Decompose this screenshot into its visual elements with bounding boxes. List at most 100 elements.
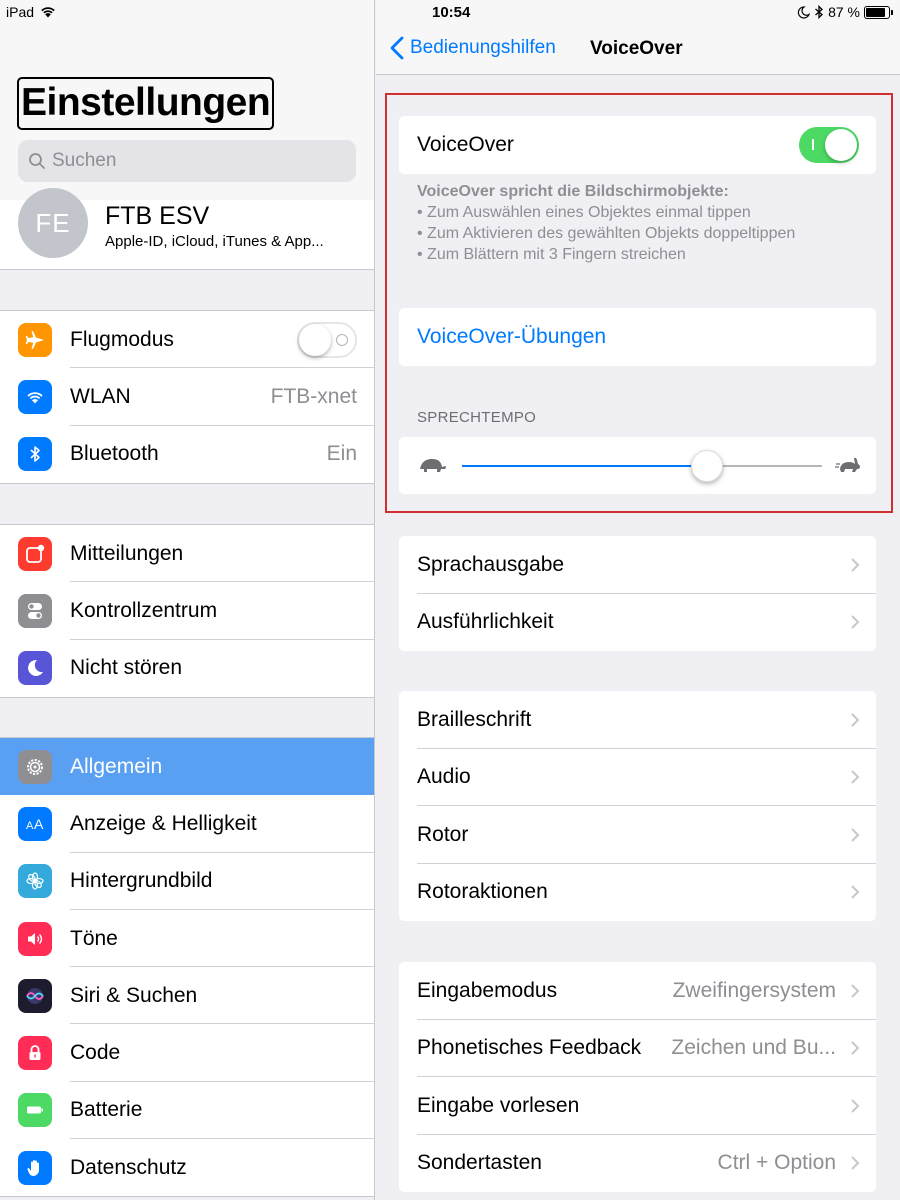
voiceover-detail-pane: 10:54 87 % Bedienungshilfen VoiceOver Vo… — [376, 0, 900, 1200]
sidebar-item-allgemein[interactable]: Allgemein — [0, 738, 374, 796]
row-brailleschrift[interactable]: Brailleschrift — [399, 691, 876, 749]
control-center-icon — [18, 593, 52, 628]
back-button[interactable]: Bedienungshilfen — [390, 36, 556, 60]
chevron-right-icon — [851, 828, 860, 842]
sidebar-item-datenschutz[interactable]: Datenschutz — [0, 1139, 374, 1196]
sidebar-item-label: Siri & Suchen — [70, 983, 198, 1007]
profile-name: FTB ESV — [105, 202, 210, 230]
sidebar-item-nicht-stoeren[interactable]: Nicht stören — [0, 640, 374, 697]
info-line: • Zum Blättern mit 3 Fingern streichen — [417, 246, 686, 263]
info-heading: VoiceOver spricht die Bildschirmobjekte: — [417, 183, 729, 200]
page-title: Einstellungen — [17, 77, 275, 130]
search-icon — [29, 153, 45, 169]
speaker-icon — [18, 921, 52, 956]
row-label: Phonetisches Feedback — [417, 1036, 642, 1060]
sidebar-item-flugmodus[interactable]: Flugmodus — [0, 311, 374, 369]
row-sondertasten[interactable]: Sondertasten Ctrl + Option — [399, 1135, 876, 1193]
notifications-icon — [18, 536, 52, 571]
settings-card-speech: Sprachausgabe Ausführlichkeit — [399, 536, 876, 651]
sidebar-item-code[interactable]: Code — [0, 1024, 374, 1082]
hare-icon — [835, 457, 860, 472]
status-time: 10:54 — [432, 4, 471, 21]
row-rotor[interactable]: Rotor — [399, 806, 876, 864]
row-value: Ctrl + Option — [717, 1151, 836, 1175]
nav-title: VoiceOver — [590, 38, 683, 59]
sidebar-item-siri[interactable]: Siri & Suchen — [0, 967, 374, 1025]
row-label: Brailleschrift — [417, 707, 532, 731]
sidebar-item-label: Kontrollzentrum — [70, 598, 218, 622]
voiceover-row[interactable]: VoiceOver — [399, 116, 876, 174]
voiceover-practice-link[interactable]: VoiceOver-Übungen — [417, 325, 606, 349]
row-label: Audio — [417, 765, 471, 789]
row-phonetisches-feedback[interactable]: Phonetisches Feedback Zeichen und Bu... — [399, 1020, 876, 1077]
gear-icon — [18, 749, 52, 784]
back-label: Bedienungshilfen — [410, 37, 556, 58]
battery-percent: 87 % — [828, 4, 860, 20]
sidebar-item-label: Töne — [70, 926, 118, 950]
hand-icon — [18, 1150, 52, 1185]
sidebar-item-hintergrundbild[interactable]: Hintergrundbild — [0, 853, 374, 910]
wifi-icon — [18, 379, 52, 414]
sidebar-item-bluetooth[interactable]: Bluetooth Ein — [0, 426, 374, 483]
sidebar-item-label: Datenschutz — [70, 1155, 187, 1179]
navigation-bar: 10:54 87 % Bedienungshilfen VoiceOver — [376, 0, 900, 75]
row-value: Zweifingersystem — [672, 978, 836, 1002]
moon-status-icon — [797, 5, 811, 19]
row-rotoraktionen[interactable]: Rotoraktionen — [399, 864, 876, 922]
sidebar-item-batterie[interactable]: Batterie — [0, 1082, 374, 1140]
battery-icon — [18, 1093, 52, 1128]
device-label: iPad — [6, 4, 35, 20]
sidebar-item-label: WLAN — [70, 384, 131, 408]
sidebar-item-anzeige[interactable]: AA Anzeige & Helligkeit — [0, 795, 374, 853]
row-value: Zeichen und Bu... — [671, 1036, 836, 1060]
chevron-right-icon — [851, 615, 860, 629]
svg-text:A: A — [34, 816, 44, 832]
airplane-mode-toggle[interactable] — [297, 321, 357, 358]
chevron-right-icon — [851, 770, 860, 784]
row-sprachausgabe[interactable]: Sprachausgabe — [399, 536, 876, 594]
row-eingabe-vorlesen[interactable]: Eingabe vorlesen — [399, 1077, 876, 1135]
row-label: Sondertasten — [417, 1151, 542, 1175]
svg-text:A: A — [26, 820, 34, 832]
sidebar-item-kontrollzentrum[interactable]: Kontrollzentrum — [0, 582, 374, 640]
search-input[interactable] — [52, 150, 342, 172]
lock-icon — [18, 1036, 52, 1071]
row-label: Eingabemodus — [417, 978, 558, 1002]
speech-rate-slider[interactable] — [462, 450, 822, 482]
row-audio[interactable]: Audio — [399, 749, 876, 806]
chevron-left-icon — [390, 36, 404, 60]
voiceover-toggle[interactable] — [799, 126, 859, 163]
sidebar-item-wlan[interactable]: WLAN FTB-xnet — [0, 368, 374, 426]
sidebar-item-mitteilungen[interactable]: Mitteilungen — [0, 525, 374, 583]
wifi-status-icon — [41, 7, 55, 18]
bluetooth-icon — [18, 437, 52, 472]
sidebar-item-label: Mitteilungen — [70, 541, 184, 565]
chevron-right-icon — [851, 1041, 860, 1055]
voiceover-practice-row[interactable]: VoiceOver-Übungen — [399, 308, 876, 366]
settings-card-input: Eingabemodus Zweifingersystem Phonetisch… — [399, 962, 876, 1192]
slider-thumb[interactable] — [690, 450, 723, 482]
row-label: Rotor — [417, 822, 469, 846]
speech-rate-card — [399, 437, 876, 494]
chevron-right-icon — [851, 984, 860, 998]
status-bar-right: 87 % — [797, 4, 893, 20]
row-label: Eingabe vorlesen — [417, 1093, 580, 1117]
battery-status-icon — [864, 5, 893, 19]
voiceover-toggle-card: VoiceOver — [399, 116, 876, 174]
sidebar-item-toene[interactable]: Töne — [0, 910, 374, 968]
sidebar-item-label: Flugmodus — [70, 327, 174, 351]
profile-subtitle: Apple-ID, iCloud, iTunes & App... — [105, 233, 324, 250]
sidebar-item-label: Anzeige & Helligkeit — [70, 811, 257, 835]
row-eingabemodus[interactable]: Eingabemodus Zweifingersystem — [399, 962, 876, 1020]
search-bar[interactable] — [18, 140, 356, 182]
bluetooth-status-icon — [815, 5, 824, 19]
sidebar-item-label: Bluetooth — [70, 442, 159, 466]
voiceover-label: VoiceOver — [417, 132, 514, 156]
info-line: • Zum Auswählen eines Objektes einmal ti… — [417, 204, 751, 221]
apple-id-profile[interactable]: FE FTB ESV Apple-ID, iCloud, iTunes & Ap… — [0, 188, 374, 270]
row-ausfuehrlichkeit[interactable]: Ausführlichkeit — [399, 594, 876, 652]
sidebar-item-label: Batterie — [70, 1098, 143, 1122]
row-label: Sprachausgabe — [417, 552, 565, 576]
row-label: Rotoraktionen — [417, 880, 548, 904]
slider-fill — [462, 465, 707, 467]
